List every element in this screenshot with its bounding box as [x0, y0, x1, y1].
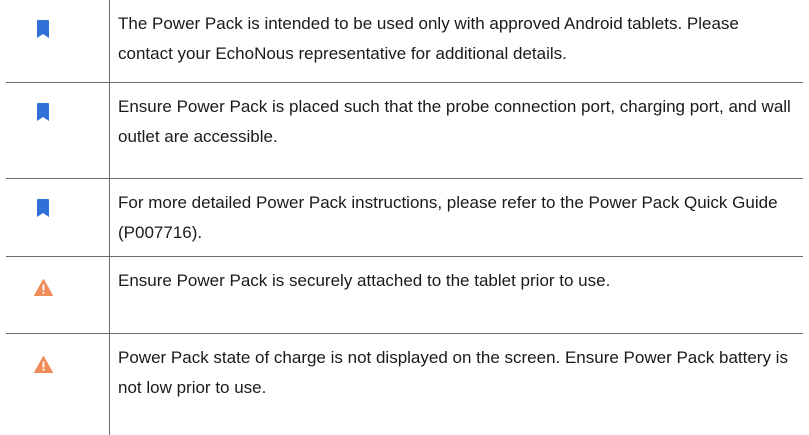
- bookmark-icon: [37, 102, 49, 121]
- bookmark-icon: [37, 198, 49, 217]
- note-row: For more detailed Power Pack instruction…: [6, 177, 803, 257]
- note-row: Ensure Power Pack is securely attached t…: [6, 255, 803, 334]
- warning-icon: [34, 278, 53, 296]
- note-text: Ensure Power Pack is placed such that th…: [109, 81, 803, 179]
- note-row: Ensure Power Pack is placed such that th…: [6, 81, 803, 179]
- note-text: The Power Pack is intended to be used on…: [109, 0, 803, 83]
- note-text: Power Pack state of charge is not displa…: [109, 332, 803, 435]
- warning-icon: [34, 355, 53, 373]
- icon-cell: [6, 0, 110, 83]
- icon-cell: [6, 177, 110, 257]
- note-text: For more detailed Power Pack instruction…: [109, 177, 803, 257]
- note-row: Power Pack state of charge is not displa…: [6, 332, 803, 435]
- icon-cell: [6, 332, 110, 435]
- notes-table: The Power Pack is intended to be used on…: [6, 0, 803, 435]
- note-row: The Power Pack is intended to be used on…: [6, 0, 803, 83]
- icon-cell: [6, 81, 110, 179]
- bookmark-icon: [37, 20, 49, 38]
- icon-cell: [6, 255, 110, 334]
- note-text: Ensure Power Pack is securely attached t…: [109, 255, 803, 334]
